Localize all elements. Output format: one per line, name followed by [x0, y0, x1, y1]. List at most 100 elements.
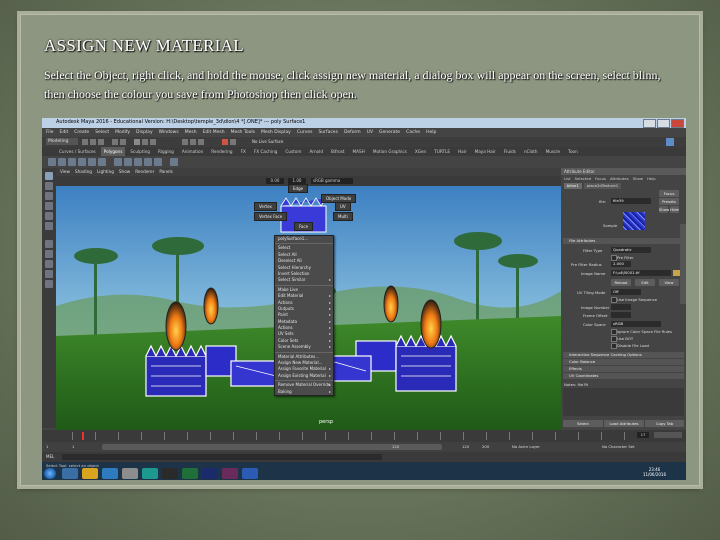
marking-menu-uv[interactable]: UV — [335, 202, 351, 211]
color-space-dropdown-ae[interactable]: sRGB — [611, 321, 661, 327]
section-file-attributes[interactable]: File Attributes — [563, 238, 684, 244]
range-slider-bar[interactable] — [102, 444, 442, 450]
shelf-tab[interactable]: Maya Hair — [472, 147, 499, 156]
snap-point-icon[interactable] — [198, 139, 204, 145]
select-tool-icon[interactable] — [45, 172, 53, 180]
bevel-icon[interactable] — [144, 158, 152, 166]
shelf-tab[interactable]: Hair — [455, 147, 470, 156]
maximize-button[interactable] — [657, 119, 670, 128]
poly-torus-icon[interactable] — [88, 158, 96, 166]
shelf-tab[interactable]: Fluids — [501, 147, 519, 156]
current-frame-field[interactable]: 17 — [637, 432, 649, 438]
shelf-tab[interactable]: Muscle — [543, 147, 564, 156]
context-menu-item-polysurface1[interactable]: polySurface1... — [275, 236, 333, 242]
range-end-field[interactable]: 120 — [462, 444, 469, 449]
excel-icon[interactable] — [182, 468, 198, 479]
hide-button[interactable]: Hide — [670, 206, 679, 213]
menu-curves[interactable]: Curves — [297, 128, 313, 137]
open-scene-icon[interactable] — [90, 139, 96, 145]
menu-create[interactable]: Create — [74, 128, 89, 137]
single-view-icon[interactable] — [45, 240, 53, 248]
shelf-tab[interactable]: Animation — [179, 147, 206, 156]
close-button[interactable] — [671, 119, 684, 128]
playback-start-field[interactable]: 1 — [72, 444, 74, 449]
menu-uv[interactable]: UV — [367, 128, 373, 137]
maya-taskbar-icon[interactable] — [142, 468, 158, 479]
shelf-tab[interactable]: Sculpting — [127, 147, 153, 156]
menu-modify[interactable]: Modify — [115, 128, 130, 137]
image-name-field[interactable]: F:\u4\f0001.tif — [611, 270, 671, 276]
shelf-tab[interactable]: TURTLE — [431, 147, 453, 156]
menu-mesh-tools[interactable]: Mesh Tools — [231, 128, 255, 137]
focus-button[interactable]: Focus — [659, 190, 679, 197]
show-button[interactable]: Show — [659, 206, 669, 213]
menu-select[interactable]: Select — [95, 128, 109, 137]
four-view-icon[interactable] — [45, 250, 53, 258]
menu-deform[interactable]: Deform — [344, 128, 361, 137]
menu-generate[interactable]: Generate — [379, 128, 400, 137]
ae-menu-help[interactable]: Help — [647, 175, 656, 182]
premiere-icon[interactable] — [222, 468, 238, 479]
lasso-tool-icon[interactable] — [45, 182, 53, 190]
poly-cube-icon[interactable] — [58, 158, 66, 166]
new-scene-icon[interactable] — [82, 139, 88, 145]
app-icon[interactable] — [162, 468, 178, 479]
character-set-dropdown[interactable]: No Character Set — [602, 444, 635, 449]
marking-menu-vertex-face[interactable]: Vertex Face — [254, 212, 288, 221]
menu-cache[interactable]: Cache — [406, 128, 420, 137]
shelf-tab[interactable]: FX Caching — [251, 147, 281, 156]
presets-button[interactable]: Presets — [659, 198, 679, 205]
context-menu-item-scene-assembly[interactable]: Scene Assembly ▸ — [275, 344, 333, 350]
folder-taskbar-icon[interactable] — [82, 468, 98, 479]
filter-type-dropdown[interactable]: Quadratic — [611, 247, 651, 253]
ae-menu-attributes[interactable]: Attributes — [610, 175, 629, 182]
context-menu-item-assign-existing-material[interactable]: Assign Existing Material ▸ — [275, 373, 333, 379]
viewport-menu-lighting[interactable]: Lighting — [97, 168, 114, 176]
notes-field[interactable] — [563, 388, 684, 416]
edit-button[interactable]: Edit — [635, 279, 655, 286]
poly-cylinder-icon[interactable] — [68, 158, 76, 166]
layout-icon[interactable] — [45, 260, 53, 268]
uv-tiling-dropdown[interactable]: Off — [611, 289, 641, 295]
marking-menu-vertex[interactable]: Vertex — [254, 202, 277, 211]
context-menu-item-baking[interactable]: Baking ▸ — [275, 389, 333, 395]
menu-surfaces[interactable]: Surfaces — [318, 128, 338, 137]
separate-icon[interactable] — [124, 158, 132, 166]
select-by-component-icon[interactable] — [150, 139, 156, 145]
select-button[interactable]: Select — [563, 420, 603, 427]
uv-editor-icon[interactable] — [170, 158, 178, 166]
file-node-field[interactable]: file39 — [611, 198, 651, 204]
playback-end-field[interactable]: 120 — [392, 444, 399, 449]
ae-menu-focus[interactable]: Focus — [595, 175, 606, 182]
section-uv-coordinates[interactable]: UV Coordinates — [563, 373, 684, 379]
menu-display[interactable]: Display — [136, 128, 153, 137]
range-end2-field[interactable]: 200 — [482, 444, 489, 449]
render-icon[interactable] — [222, 139, 228, 145]
view-button[interactable]: View — [659, 279, 679, 286]
marking-menu-multi[interactable]: Multi — [333, 212, 353, 221]
load-attributes-button[interactable]: Load Attributes — [604, 420, 644, 427]
ipr-render-icon[interactable] — [230, 139, 236, 145]
undo-icon[interactable] — [112, 139, 118, 145]
rotate-tool-icon[interactable] — [45, 212, 53, 220]
side-tab-strip[interactable] — [680, 224, 686, 304]
marking-menu-face[interactable]: Face — [294, 222, 314, 231]
tab-place2dtexture1[interactable]: place2dTexture1 — [583, 183, 622, 189]
3d-scene[interactable]: persp Edge Object Mode Vertex UV Vertex … — [56, 184, 561, 430]
viewport-menu-shading[interactable]: Shading — [75, 168, 92, 176]
paint-select-icon[interactable] — [45, 192, 53, 200]
save-scene-icon[interactable] — [98, 139, 104, 145]
ae-menu-show[interactable]: Show — [633, 175, 643, 182]
bridge-icon[interactable] — [154, 158, 162, 166]
shelf-tab[interactable]: Arnold — [306, 147, 326, 156]
shelf-tab[interactable]: FX — [238, 147, 249, 156]
section-interactive-sequence[interactable]: Interactive Sequence Caching Options — [563, 352, 684, 358]
poly-sphere-icon[interactable] — [48, 158, 56, 166]
mel-input[interactable] — [62, 454, 382, 460]
color-space-dropdown[interactable]: sRGB gamma — [311, 178, 353, 184]
shelf-tab-polygons[interactable]: Polygons — [100, 147, 126, 156]
copy-tab-button[interactable]: Copy Tab — [645, 420, 684, 427]
scale-tool-icon[interactable] — [45, 222, 53, 230]
menu-windows[interactable]: Windows — [159, 128, 179, 137]
viewport-menu-view[interactable]: View — [60, 168, 70, 176]
